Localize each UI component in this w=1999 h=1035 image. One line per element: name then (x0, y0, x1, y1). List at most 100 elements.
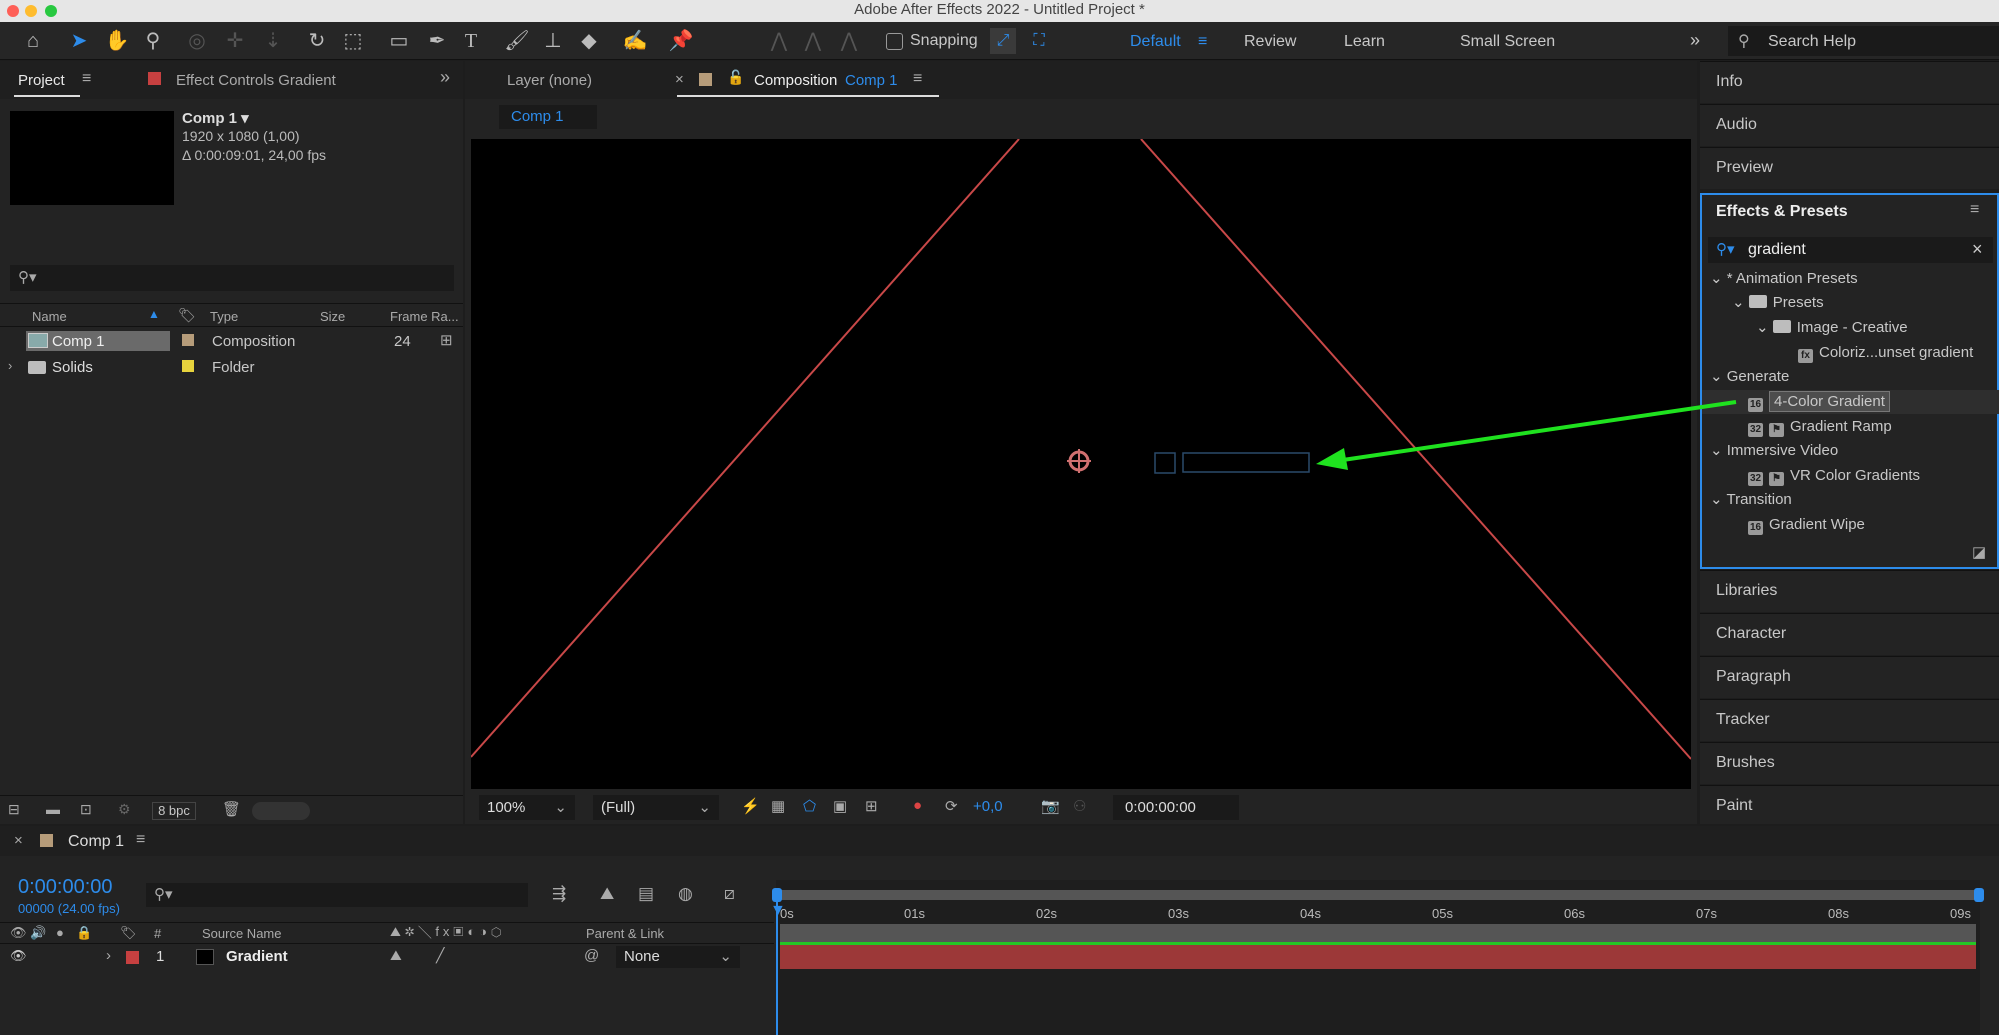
tab-effect-controls[interactable]: Effect Controls Gradient (176, 72, 336, 89)
lock-icon[interactable]: 🔓 (727, 69, 744, 86)
zoom-tool-icon[interactable]: ⚲ (140, 28, 166, 54)
layer-switches-icons[interactable]: ⛰✲╲fx▣◐◑⬡ (390, 924, 505, 940)
fast-previews-icon[interactable]: ⚡ (741, 797, 760, 815)
tree-item-animation-presets[interactable]: ⌄ * Animation Presets (1702, 267, 1999, 291)
panel-menu-icon[interactable]: ≡ (82, 70, 91, 88)
tab-tracker[interactable]: Tracker (1700, 699, 1999, 741)
workspace-small-screen[interactable]: Small Screen (1460, 33, 1555, 51)
time-ruler[interactable]: 0s 01s 02s 03s 04s 05s 06s 07s 08s 09s (776, 902, 1980, 924)
close-tab-icon[interactable]: × (675, 71, 684, 88)
tab-paragraph[interactable]: Paragraph (1700, 656, 1999, 698)
tab-preview[interactable]: Preview (1700, 147, 1999, 189)
mask-visibility-icon[interactable]: ⬠ (803, 797, 816, 815)
puppet-pin-icon[interactable]: 📌 (668, 28, 694, 54)
show-snapshot-icon[interactable]: ⚇ (1073, 797, 1086, 815)
current-time-display[interactable]: 0:00:00:00 (18, 876, 113, 899)
tree-item-colorize-preset[interactable]: fx Coloriz...unset gradient (1702, 341, 1999, 365)
tree-item-generate[interactable]: ⌄ Generate (1702, 365, 1999, 389)
exposure-value[interactable]: +0,0 (973, 798, 1003, 815)
panel-menu-icon[interactable]: ≡ (913, 70, 922, 88)
eraser-icon[interactable]: ◆ (576, 28, 602, 54)
pan-icon[interactable]: ✛ (222, 28, 248, 54)
new-folder-icon[interactable]: ▬ (46, 801, 60, 817)
home-icon[interactable]: ⌂ (20, 28, 46, 54)
layer-duration-bar[interactable] (780, 945, 1976, 969)
tab-composition-name[interactable]: Comp 1 (845, 72, 898, 89)
workspace-review[interactable]: Review (1244, 33, 1296, 51)
resolution-dropdown[interactable]: (Full) ⌄ (593, 795, 719, 820)
tab-composition[interactable]: Composition (754, 72, 837, 89)
timeline-graph-area[interactable]: 0s 01s 02s 03s 04s 05s 06s 07s 08s 09s ▼ (770, 880, 1984, 1035)
region-of-interest-icon[interactable]: ▣ (833, 797, 847, 815)
new-composition-icon[interactable]: ⊡ (80, 801, 92, 818)
zoom-window-button[interactable] (45, 5, 57, 17)
settings-icon[interactable]: ⚙ (118, 801, 131, 818)
tab-libraries[interactable]: Libraries (1700, 570, 1999, 612)
effects-presets-title[interactable]: Effects & Presets (1716, 203, 1848, 221)
column-type[interactable]: Type (210, 309, 238, 324)
workspace-menu-icon[interactable]: ≡ (1198, 33, 1207, 51)
tree-item-presets[interactable]: ⌄ Presets (1702, 291, 1999, 315)
zoom-dropdown[interactable]: 100% ⌄ (479, 795, 575, 820)
more-tabs-icon[interactable]: » (440, 67, 450, 88)
hand-tool-icon[interactable]: ✋ (104, 28, 130, 54)
column-parent-link[interactable]: Parent & Link (586, 926, 664, 941)
tree-item-gradient-wipe[interactable]: 16 Gradient Wipe (1702, 513, 1999, 537)
bit-depth-button[interactable]: 8 bpc (152, 802, 196, 820)
interpret-footage-icon[interactable]: ⊟ (8, 801, 20, 818)
column-size[interactable]: Size (320, 309, 345, 324)
lock-switch-icon[interactable]: 🔒 (76, 925, 92, 941)
clone-stamp-icon[interactable]: ⊥ (540, 28, 566, 54)
column-name[interactable]: Name (32, 309, 67, 324)
panel-menu-icon[interactable]: ≡ (136, 831, 145, 849)
expand-chevron-icon[interactable]: › (8, 358, 12, 373)
snap-features-icon[interactable]: ⛶ (1026, 28, 1052, 54)
workspace-default[interactable]: Default (1130, 33, 1181, 51)
solo-switch-icon[interactable]: ● (56, 925, 64, 940)
grid-guides-icon[interactable]: ⊞ (865, 797, 878, 815)
rotate-icon[interactable]: ↻ (304, 28, 330, 54)
work-area-bar[interactable] (776, 890, 1980, 900)
layer-label-swatch[interactable] (126, 951, 139, 964)
timeline-search-input[interactable]: ⚲▾ (146, 883, 528, 907)
timeline-tab-name[interactable]: Comp 1 (68, 833, 124, 851)
shy-layers-icon[interactable]: ⛰ (600, 884, 614, 904)
frame-blending-icon[interactable]: ▤ (638, 884, 654, 904)
project-item-row[interactable]: Comp 1 Composition 24 ⊞ (0, 328, 453, 354)
comp-info-name[interactable]: Comp 1 ▾ (182, 109, 249, 127)
tab-info[interactable]: Info (1700, 61, 1999, 103)
timeline-layer-row[interactable]: 👁 › 1 Gradient ⛰ ╱ @ None ⌄ (0, 945, 774, 969)
work-area-end-handle[interactable] (1974, 888, 1984, 902)
label-tag-icon[interactable]: 🏷 (120, 925, 137, 941)
video-switch-icon[interactable]: 👁 (10, 925, 27, 941)
project-search-input[interactable]: ⚲▾ (10, 265, 454, 291)
label-swatch[interactable] (182, 334, 194, 346)
workspace-learn[interactable]: Learn (1344, 33, 1385, 51)
transparency-grid-icon[interactable]: ▦ (771, 797, 785, 815)
tab-project[interactable]: Project (18, 72, 65, 89)
tab-brushes[interactable]: Brushes (1700, 742, 1999, 784)
search-help-field[interactable]: ⚲ Search Help (1728, 26, 1999, 56)
label-swatch[interactable] (182, 360, 194, 372)
visibility-eye-icon[interactable]: 👁 (10, 948, 27, 964)
clear-search-icon[interactable]: × (1972, 239, 1983, 260)
color-channels-icon[interactable]: ● (913, 797, 922, 814)
close-window-button[interactable] (7, 5, 19, 17)
playhead-handle[interactable]: ▼ (770, 902, 786, 920)
pen-icon[interactable]: ✒ (424, 28, 450, 54)
reset-exposure-icon[interactable]: ⟳ (945, 797, 958, 815)
viewer-timecode[interactable]: 0:00:00:00 (1113, 795, 1239, 820)
snap-edges-icon[interactable]: ⤢ (990, 28, 1016, 54)
parent-dropdown[interactable]: None ⌄ (616, 946, 740, 968)
camera-icon[interactable]: ⬚ (340, 28, 366, 54)
graph-editor-icon[interactable]: ⧄ (724, 884, 735, 904)
flowchart-icon[interactable]: ⊞ (440, 331, 453, 349)
tab-character[interactable]: Character (1700, 613, 1999, 655)
brush-icon[interactable]: 🖌 (504, 28, 530, 54)
project-item-row[interactable]: › Solids Folder (0, 354, 440, 380)
tree-item-image-creative[interactable]: ⌄ Image - Creative (1702, 316, 1999, 340)
snapping-checkbox[interactable] (886, 33, 903, 50)
selection-tool-icon[interactable]: ➤ (66, 28, 92, 54)
world-axis-icon[interactable]: ⋀ (800, 28, 826, 54)
pick-whip-icon[interactable]: @ (584, 947, 599, 964)
